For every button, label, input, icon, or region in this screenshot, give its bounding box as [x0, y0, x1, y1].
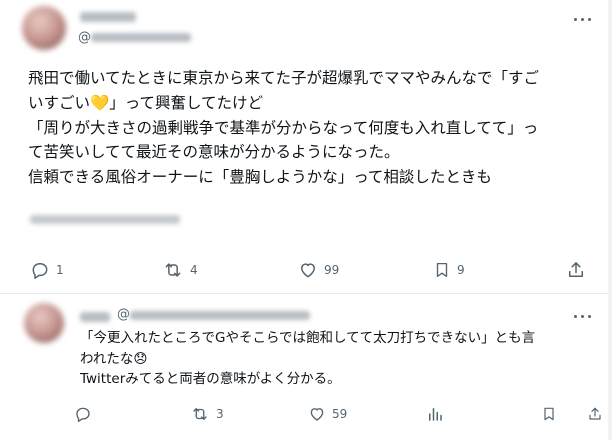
repost-icon: [193, 408, 207, 420]
post-handle-at: @: [78, 30, 91, 45]
post-bookmark-button[interactable]: 9: [433, 258, 465, 282]
post-display-name-redacted: [80, 12, 136, 22]
post-body-text: 飛田で働いてたときに東京から来てた子が超爆乳でママやみんなで「すご いすごい💛」…: [28, 69, 540, 187]
post-repost-button[interactable]: 4: [162, 258, 198, 282]
bookmark-icon: [544, 407, 554, 421]
reply-repost-button[interactable]: 3: [190, 402, 224, 426]
repost-icon: [165, 263, 181, 277]
reply-bookmark-button[interactable]: [541, 402, 557, 426]
post-more-options-icon[interactable]: [571, 12, 595, 28]
reply-handle-redacted: [130, 311, 310, 320]
reply-more-options-icon[interactable]: [571, 309, 595, 325]
heart-icon: [301, 263, 315, 278]
views-chart-icon: [429, 408, 442, 421]
reply-views-button[interactable]: [426, 402, 450, 426]
post-avatar[interactable]: [22, 6, 66, 50]
reply-avatar[interactable]: [24, 303, 64, 343]
scrollbar-track[interactable]: [608, 0, 612, 440]
heart-icon: [310, 408, 324, 421]
post-reply-count: 1: [56, 263, 64, 277]
post-reply-button[interactable]: 1: [30, 258, 64, 282]
bookmark-icon: [436, 262, 448, 278]
post-bookmark-count: 9: [457, 263, 465, 277]
reply-display-name-redacted: [80, 312, 110, 322]
post-repost-count: 4: [190, 263, 198, 277]
post-divider: [0, 293, 612, 294]
reply-like-count: 59: [332, 407, 348, 421]
reply-share-button[interactable]: [587, 402, 603, 426]
post-like-button[interactable]: 99: [298, 258, 339, 282]
post-share-button[interactable]: [566, 258, 586, 282]
reply-repost-count: 3: [216, 407, 224, 421]
reply-action-bar: 3 59: [0, 402, 612, 426]
post-handle-redacted: [91, 33, 191, 42]
reply-icon: [76, 407, 90, 423]
reply-icon: [32, 263, 48, 279]
reply-body-text: 「今更入れたところでGやそこらでは飽和してて太刀打ちできない」とも言 われたな😞…: [80, 330, 536, 387]
reply-like-button[interactable]: 59: [308, 402, 347, 426]
share-icon: [589, 407, 601, 420]
post-timestamp-redacted: [30, 215, 180, 224]
reply-reply-button[interactable]: [74, 402, 98, 426]
post-action-bar: 1 4 99 9: [0, 258, 612, 282]
post-like-count: 99: [324, 263, 340, 277]
share-icon: [569, 262, 583, 277]
reply-handle-at: @: [117, 307, 130, 322]
